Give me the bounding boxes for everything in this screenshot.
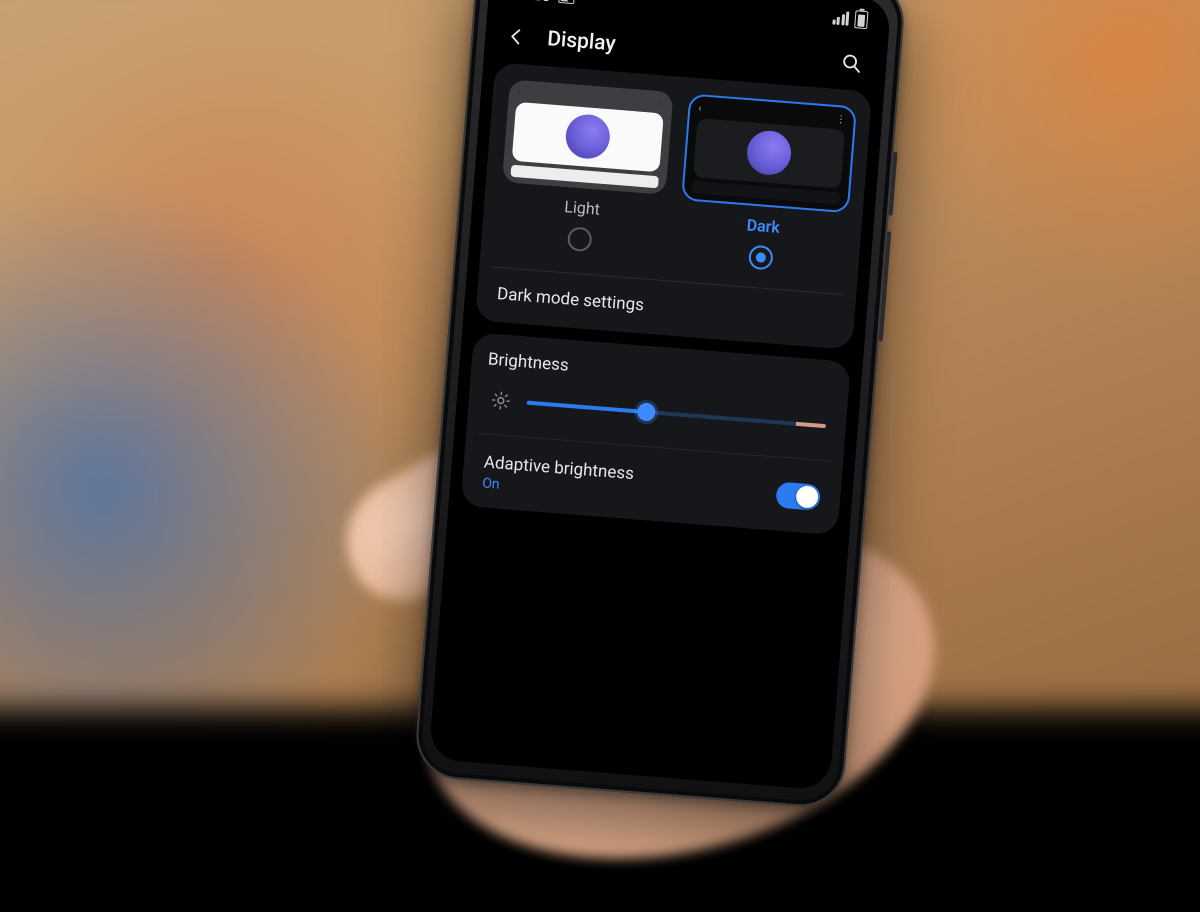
theme-option-light[interactable]: ‹⋮ Light <box>497 79 673 257</box>
theme-preview-light: ‹⋮ <box>502 79 674 194</box>
slider-thumb[interactable] <box>637 402 656 421</box>
preview-orb-icon <box>745 129 792 176</box>
brightness-label: Brightness <box>487 349 834 396</box>
theme-card: ‹⋮ Light ‹⋮ Dark <box>475 62 872 349</box>
radio-light[interactable] <box>567 226 593 252</box>
brightness-sun-icon <box>488 387 514 413</box>
theme-label-light: Light <box>564 197 601 219</box>
chevron-left-icon <box>506 26 528 48</box>
theme-label-dark: Dark <box>746 215 781 237</box>
search-icon <box>840 51 864 75</box>
phone: 12:26 Display <box>413 0 907 810</box>
adaptive-brightness-link[interactable]: Adaptive brightness On <box>482 452 635 503</box>
signal-icon <box>832 10 850 25</box>
radio-dark[interactable] <box>748 244 774 270</box>
status-time: 12:26 <box>508 0 551 5</box>
search-button[interactable] <box>833 45 870 82</box>
theme-option-dark[interactable]: ‹⋮ Dark <box>678 94 855 276</box>
theme-preview-dark: ‹⋮ <box>681 93 857 212</box>
battery-icon <box>854 10 868 29</box>
phone-screen: 12:26 Display <box>428 0 891 791</box>
adaptive-brightness-toggle[interactable] <box>775 482 821 511</box>
dark-mode-settings-link[interactable]: Dark mode settings <box>492 267 840 332</box>
brightness-card: Brightness <box>460 332 850 535</box>
picture-icon <box>558 0 575 4</box>
back-button[interactable] <box>498 18 535 55</box>
brightness-slider[interactable] <box>526 392 827 435</box>
preview-orb-icon <box>564 113 611 160</box>
